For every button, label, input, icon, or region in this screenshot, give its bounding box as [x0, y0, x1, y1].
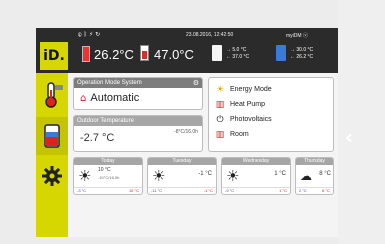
outdoor-header: Outdoor Temperature [74, 116, 202, 126]
energy-sources-panel[interactable]: ☀ Energy Mode ▥ Heat Pump ⏻ Photovoltaic… [208, 77, 334, 152]
house-icon: ⌂ [80, 93, 87, 104]
logo: iD. [40, 42, 68, 70]
gear-icon[interactable]: ⚙ [193, 78, 199, 88]
tank-icon [140, 45, 149, 61]
outdoor-range: -8°C/16.0h [174, 129, 198, 135]
energy-sources-list: ☀ Energy Mode ▥ Heat Pump ⏻ Photovoltaic… [213, 82, 272, 142]
outdoor-temperature-panel[interactable]: Outdoor Temperature -2.7 °C -8°C/16.0h [73, 115, 203, 152]
forecast-thursday[interactable]: Thursday ☁ 8 °C 2 °C 8 °C [295, 157, 334, 195]
forecast-minmax: -9 °C 1 °C [222, 187, 290, 194]
outdoor-value: -2.7 °C [80, 132, 115, 144]
source-label: Heat Pump [230, 101, 266, 108]
sun-icon: ☀ [78, 167, 92, 185]
source-energy-mode[interactable]: ☀ Energy Mode [213, 82, 272, 97]
menu-item-temperature[interactable] [36, 76, 68, 114]
gear-icon [42, 166, 62, 186]
flow-1-in: ← 37.0 °C [226, 54, 250, 60]
heating-circuit-icon [276, 45, 286, 61]
sun-icon: ☀ [226, 167, 240, 185]
source-label: Photovoltaics [230, 116, 272, 123]
forecast-day: Tuesday [148, 158, 216, 165]
room-temperature-icon [82, 46, 90, 62]
forecast-min: -3 °C [77, 188, 87, 193]
chevron-left-icon[interactable]: ‹ [340, 125, 358, 149]
forecast-min: -9 °C [225, 188, 235, 193]
screen: iD. ⓘ ᛒ ⚡ ↻ 23.08.2016, 12:42:50 myiDM ⓥ… [36, 28, 338, 237]
flow-source-icon [212, 45, 222, 61]
cloud-rain-icon: ☁ [300, 169, 312, 183]
forecast-max: 8 °C [322, 188, 330, 193]
forecast-minmax: -3 °C 10 °C [74, 187, 142, 194]
forecast-min: 2 °C [299, 188, 307, 193]
forecast-temp: 1 °C [274, 171, 286, 177]
flow-2-in: ← 26.2 °C [290, 54, 314, 60]
menu-item-hot-water[interactable] [36, 117, 68, 155]
source-label: Energy Mode [230, 86, 272, 93]
menu-item-settings[interactable] [36, 157, 68, 195]
operation-mode-value: ⌂ Automatic [80, 92, 139, 104]
thermometer-icon [45, 82, 63, 108]
operation-mode-header: Operation Mode System ⚙ [74, 78, 202, 88]
sun-icon: ☀ [152, 167, 166, 185]
forecast-max: 1 °C [279, 188, 287, 193]
forecast-min: -11 °C [151, 188, 163, 193]
forecast-tuesday[interactable]: Tuesday ☀ -1 °C -11 °C -1 °C [147, 157, 217, 195]
forecast-temp: 8 °C [319, 171, 331, 177]
forecast-minmax: 2 °C 8 °C [296, 187, 333, 194]
tank-temperature: 47.0°C [154, 47, 194, 62]
forecast-detail-range: -10°C/16.0h [98, 175, 120, 180]
username[interactable]: myiDM ⓥ [286, 32, 308, 39]
flow-1-out: → 5.0 °C [226, 47, 247, 53]
flow-2-out: → 30.0 °C [290, 47, 314, 53]
source-photovoltaics[interactable]: ⏻ Photovoltaics [213, 112, 272, 127]
forecast-minmax: -11 °C -1 °C [148, 187, 216, 194]
power-icon: ⏻ [216, 114, 224, 125]
radiator-icon: ▥ [215, 129, 225, 140]
side-menu [36, 73, 68, 237]
source-room[interactable]: ▥ Room [213, 127, 272, 142]
forecast-wednesday[interactable]: Wednesday ☀ 1 °C -9 °C 1 °C [221, 157, 291, 195]
forecast-detail: 10 °C [98, 167, 111, 173]
sun-icon: ☀ [215, 84, 225, 95]
forecast-max: 10 °C [128, 188, 139, 193]
heat-pump-icon: ▥ [215, 99, 225, 110]
top-bar: iD. ⓘ ᛒ ⚡ ↻ 23.08.2016, 12:42:50 myiDM ⓥ… [36, 28, 338, 73]
source-label: Room [230, 131, 249, 138]
status-icons: ⓘ ᛒ ⚡ ↻ [78, 31, 101, 38]
operation-mode-label: Automatic [90, 92, 140, 104]
datetime: 23.08.2016, 12:42:50 [186, 32, 234, 38]
forecast-day: Wednesday [222, 158, 290, 165]
forecast-temp: -1 °C [198, 171, 212, 177]
operation-mode-title: Operation Mode System [77, 80, 142, 86]
source-heat-pump[interactable]: ▥ Heat Pump [213, 97, 272, 112]
bezel [338, 0, 385, 244]
forecast-day: Thursday [296, 158, 333, 165]
forecast-today[interactable]: Today ☀ 10 °C -10°C/16.0h -3 °C 10 °C [73, 157, 143, 195]
room-temperature: 26.2°C [94, 47, 134, 62]
water-tank-icon [44, 124, 60, 148]
forecast-day: Today [74, 158, 142, 165]
forecast-max: -1 °C [203, 188, 213, 193]
operation-mode-panel[interactable]: Operation Mode System ⚙ ⌂ Automatic [73, 77, 203, 110]
